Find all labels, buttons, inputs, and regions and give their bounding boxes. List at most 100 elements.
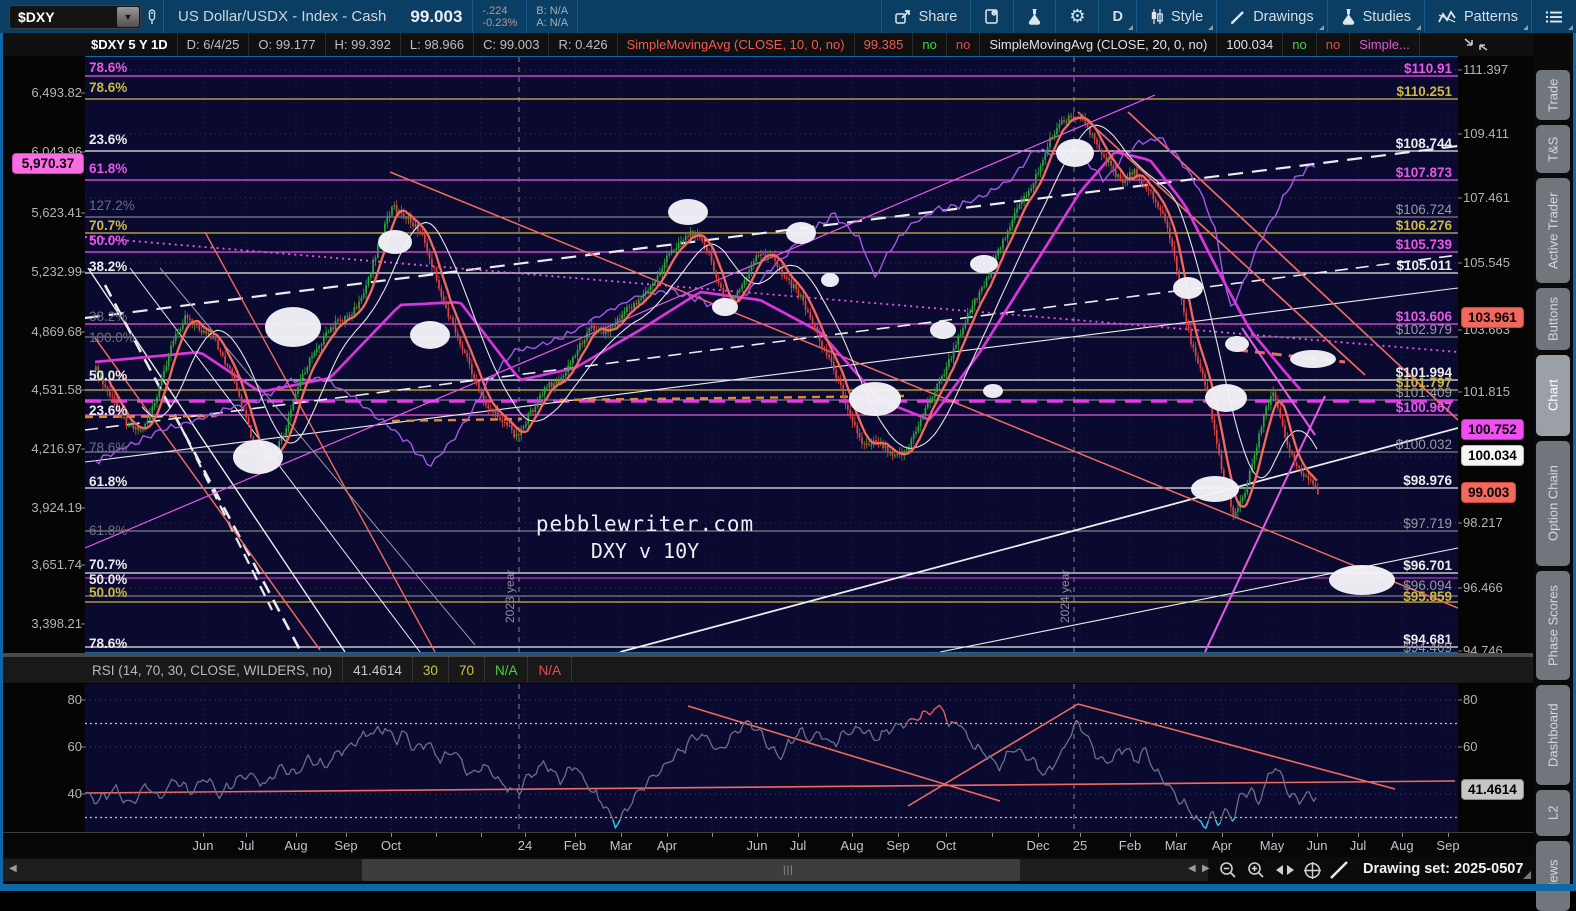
studies-button[interactable]: Studies xyxy=(1328,0,1424,33)
candle-body xyxy=(1214,419,1216,429)
candle-body xyxy=(1216,430,1218,444)
fib-label: 78.6% xyxy=(89,440,127,456)
window-edge xyxy=(0,33,3,884)
month-label: Sep xyxy=(1436,838,1459,853)
window-edge xyxy=(0,884,1576,891)
candle-body xyxy=(908,447,910,452)
share-button[interactable]: Share xyxy=(882,0,971,33)
scrollbar-thumb[interactable] xyxy=(362,859,1020,881)
draw-line-icon[interactable] xyxy=(1327,859,1351,881)
candle-body xyxy=(485,400,487,405)
candle-body xyxy=(918,426,920,431)
menu-button[interactable] xyxy=(1532,0,1576,33)
scrollbar-grip[interactable]: ||| xyxy=(783,865,794,876)
candle-body xyxy=(1145,186,1147,189)
candle-body xyxy=(871,444,873,445)
timeframe-button[interactable]: D xyxy=(1099,0,1135,33)
candle-body xyxy=(299,379,301,387)
candle-body xyxy=(363,293,365,297)
rsi-header: RSI (14, 70, 30, CLOSE, WILDERS, no)41.4… xyxy=(3,657,1533,684)
sidebar-tab-trade[interactable]: Trade xyxy=(1536,70,1570,120)
candle-body xyxy=(189,318,191,320)
dropdown-corner xyxy=(1208,25,1213,30)
symbol-input[interactable]: $DXY ▼ xyxy=(9,5,141,29)
candle-body xyxy=(833,362,835,370)
candle-body xyxy=(483,395,485,400)
sidebar-tab-option-chain[interactable]: Option Chain xyxy=(1536,441,1570,566)
settings-button[interactable]: ⚙ xyxy=(1056,0,1098,33)
sidebar-tab-t-s[interactable]: T&S xyxy=(1536,125,1570,173)
time-axis-tick xyxy=(436,833,437,837)
study-label: SimpleMovingAvg (CLOSE, 20, 0, no) xyxy=(980,33,1217,56)
candle-body xyxy=(330,327,332,332)
candle-body xyxy=(1049,137,1051,147)
candle-body xyxy=(671,250,673,253)
drawing-set-label[interactable]: Drawing set: 2025-0507 xyxy=(1363,861,1523,877)
patterns-button[interactable]: Patterns xyxy=(1425,0,1531,33)
candle-body xyxy=(1190,330,1192,344)
zoom-in-icon[interactable] xyxy=(1244,859,1268,881)
candle-body xyxy=(793,284,795,288)
candle-body xyxy=(577,350,579,356)
sidebar-tab-l2[interactable]: L2 xyxy=(1536,790,1570,836)
pan-icon[interactable] xyxy=(1300,859,1324,881)
candle-body xyxy=(530,410,532,414)
candle-body xyxy=(396,205,398,213)
fib-label: 70.7% xyxy=(89,218,127,234)
scroll-step-left-arrow[interactable]: ◀ xyxy=(1188,863,1196,874)
candle-body xyxy=(248,418,250,426)
time-axis-tick xyxy=(1080,833,1081,837)
candle-body xyxy=(114,397,116,402)
trendline xyxy=(95,338,320,650)
candle-body xyxy=(856,425,858,433)
time-axis[interactable]: JunJulAugSepOct24FebMarAprJunJulAugSepOc… xyxy=(3,832,1533,857)
style-button[interactable]: Style xyxy=(1137,0,1216,33)
candle-body xyxy=(448,308,450,318)
drawings-button[interactable]: Drawings xyxy=(1217,0,1326,33)
sidebar-tab-active-trader[interactable]: Active Trader xyxy=(1536,178,1570,283)
highlight-ellipse xyxy=(265,307,321,347)
scroll-left-arrow[interactable]: ◀ xyxy=(9,863,17,874)
candle-body xyxy=(565,373,567,376)
analyze-button[interactable] xyxy=(1014,0,1055,33)
sidebar-tab-phase-scores[interactable]: Phase Scores xyxy=(1536,571,1570,680)
symbol-value[interactable]: $DXY xyxy=(10,9,117,25)
candle-body xyxy=(304,373,306,374)
candle-body xyxy=(1033,183,1035,188)
sidebar-tab-dashboard[interactable]: Dashboard xyxy=(1536,685,1570,785)
price-level-label: $97.719 xyxy=(1252,516,1452,532)
zoom-out-icon[interactable] xyxy=(1216,859,1240,881)
candle-body xyxy=(480,392,482,396)
candle-body xyxy=(351,315,353,316)
candle-body xyxy=(690,231,692,237)
link-icon[interactable] xyxy=(147,8,157,26)
candle-body xyxy=(234,375,236,382)
candle-body xyxy=(969,312,971,313)
candle-body xyxy=(659,273,661,275)
sidebar-tab-buttons[interactable]: Buttons xyxy=(1536,288,1570,350)
candle-body xyxy=(1021,201,1023,205)
price-level-label: $107.873 xyxy=(1252,165,1452,181)
notes-button[interactable]: i xyxy=(971,0,1013,33)
highlight-ellipse xyxy=(930,321,956,339)
price-level-label: $101.409 xyxy=(1252,385,1452,401)
candle-body xyxy=(339,320,341,321)
scroll-step-right-arrow[interactable]: ▶ xyxy=(1202,863,1210,874)
collapse-panel-icon[interactable] xyxy=(1462,36,1490,58)
candle-body xyxy=(1023,196,1025,200)
month-label: 24 xyxy=(518,838,532,853)
sidebar-tab-news[interactable]: News xyxy=(1536,841,1570,911)
candle-body xyxy=(781,269,783,275)
candle-body xyxy=(939,381,941,384)
auto-fit-icon[interactable] xyxy=(1273,859,1297,881)
watermark-line2: DXY v 10Y xyxy=(455,539,835,563)
candle-body xyxy=(1047,147,1049,152)
sidebar-tab-chart[interactable]: Chart xyxy=(1536,355,1570,436)
candle-body xyxy=(1030,188,1032,190)
candle-body xyxy=(187,315,189,318)
candle-body xyxy=(1164,214,1166,221)
study-label: SimpleMovingAvg (CLOSE, 10, 0, no) xyxy=(618,33,855,56)
symbol-dropdown-icon[interactable]: ▼ xyxy=(117,7,139,27)
candle-body xyxy=(784,275,786,277)
candle-body xyxy=(589,328,591,333)
